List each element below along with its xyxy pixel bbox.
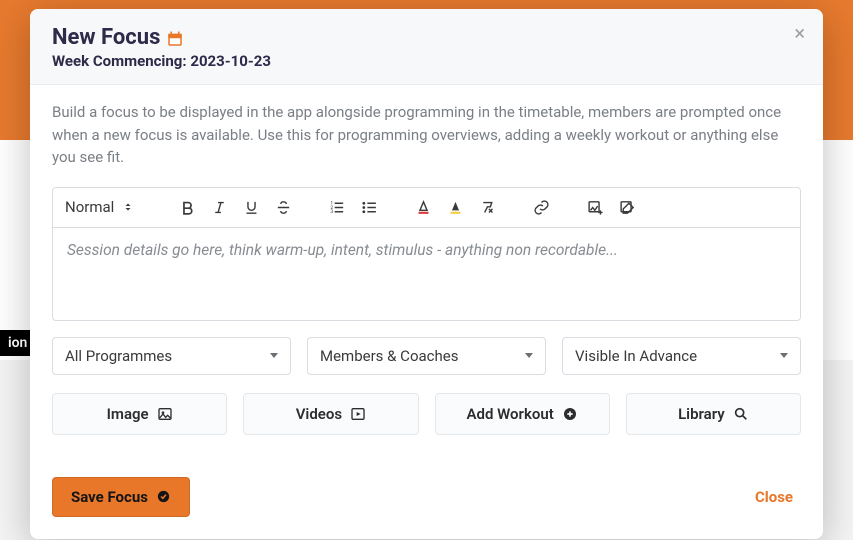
bold-icon (179, 199, 196, 216)
chevron-down-icon (525, 353, 533, 358)
edit-button[interactable] (618, 198, 636, 216)
visibility-select-label: Visible In Advance (575, 347, 697, 365)
strikethrough-button[interactable] (274, 198, 292, 216)
chevron-down-icon (270, 353, 278, 358)
editor-toolbar: Normal (53, 188, 800, 228)
videos-button[interactable]: Videos (243, 393, 418, 435)
video-icon (350, 406, 366, 422)
image-plus-icon (587, 199, 604, 216)
audience-select[interactable]: Members & Coaches (307, 337, 546, 375)
check-circle-icon (156, 489, 171, 504)
add-workout-button[interactable]: Add Workout (435, 393, 610, 435)
highlight-icon (447, 199, 464, 216)
image-icon (157, 406, 173, 422)
close-button[interactable]: Close (755, 488, 793, 506)
videos-button-label: Videos (296, 405, 342, 423)
format-select[interactable]: Normal (65, 198, 142, 216)
intro-text: Build a focus to be displayed in the app… (52, 101, 801, 169)
library-button[interactable]: Library (626, 393, 801, 435)
modal-title: New Focus (52, 25, 160, 50)
clear-format-button[interactable] (478, 198, 496, 216)
search-icon (733, 406, 749, 422)
italic-icon (211, 199, 228, 216)
editor-textarea[interactable]: Session details go here, think warm-up, … (53, 228, 800, 320)
link-icon (533, 199, 550, 216)
chevron-down-icon (780, 353, 788, 358)
modal-header: New Focus Week Commencing: 2023-10-23 × (30, 9, 823, 85)
unordered-list-icon (361, 199, 378, 216)
image-button[interactable]: Image (52, 393, 227, 435)
highlight-button[interactable] (446, 198, 464, 216)
save-focus-button[interactable]: Save Focus (52, 477, 190, 517)
ordered-list-icon: 123 (329, 199, 346, 216)
text-color-button[interactable] (414, 198, 432, 216)
library-button-label: Library (678, 405, 725, 423)
link-button[interactable] (532, 198, 550, 216)
insert-image-button[interactable] (586, 198, 604, 216)
ordered-list-button[interactable]: 123 (328, 198, 346, 216)
close-icon[interactable]: × (794, 23, 805, 43)
audience-select-label: Members & Coaches (320, 347, 458, 365)
bold-button[interactable] (178, 198, 196, 216)
programmes-select-label: All Programmes (65, 347, 172, 365)
format-select-label: Normal (65, 198, 114, 216)
new-focus-modal: New Focus Week Commencing: 2023-10-23 × … (30, 9, 823, 539)
add-workout-button-label: Add Workout (466, 405, 553, 423)
programmes-select[interactable]: All Programmes (52, 337, 291, 375)
underline-icon (243, 199, 260, 216)
plus-circle-icon (562, 406, 578, 422)
chevron-up-down-icon (122, 201, 134, 213)
strikethrough-icon (275, 199, 292, 216)
rich-text-editor: Normal (52, 187, 801, 321)
clear-format-icon (479, 199, 496, 216)
modal-subtitle: Week Commencing: 2023-10-23 (52, 52, 801, 70)
image-button-label: Image (107, 405, 149, 423)
text-color-icon (415, 199, 432, 216)
svg-text:3: 3 (330, 209, 333, 215)
visibility-select[interactable]: Visible In Advance (562, 337, 801, 375)
italic-button[interactable] (210, 198, 228, 216)
save-focus-button-label: Save Focus (71, 488, 148, 506)
unordered-list-button[interactable] (360, 198, 378, 216)
edit-icon (619, 199, 636, 216)
underline-button[interactable] (242, 198, 260, 216)
editor-placeholder: Session details go here, think warm-up, … (67, 241, 618, 259)
calendar-icon (166, 30, 184, 48)
